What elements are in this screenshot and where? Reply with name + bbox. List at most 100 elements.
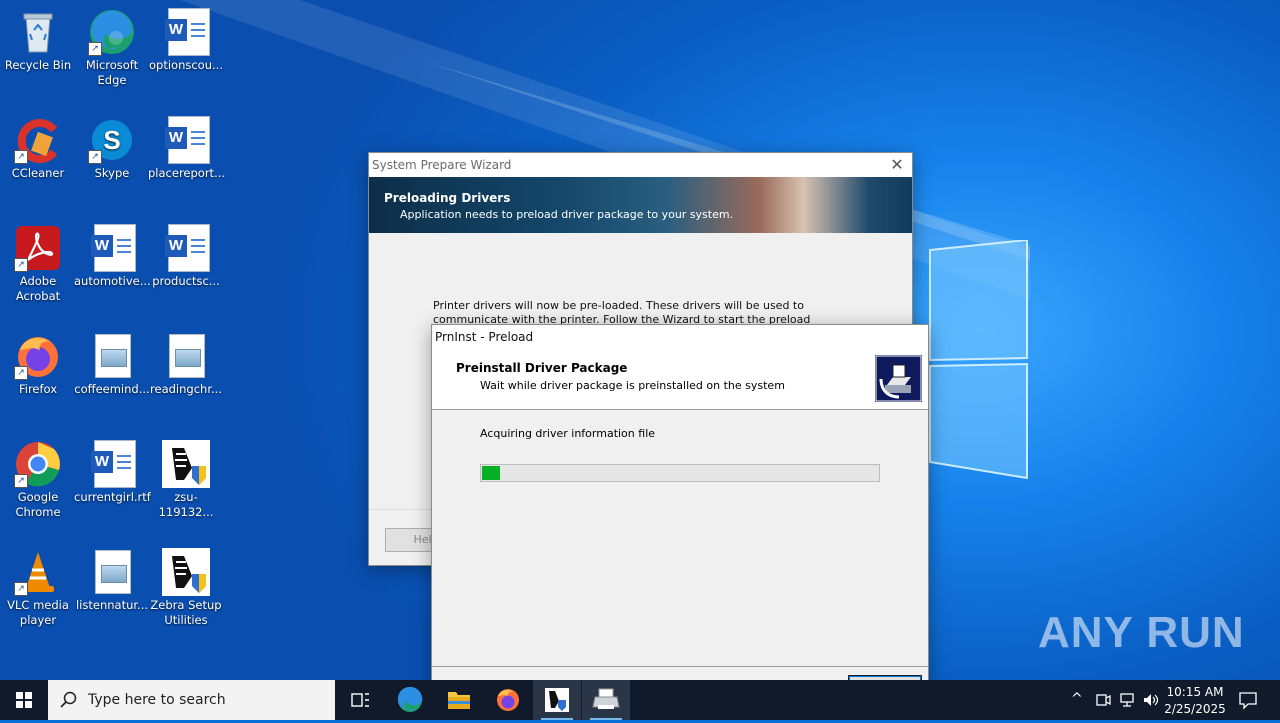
desktop-icon-coffeemind[interactable]: coffeemind... [74,332,150,397]
desktop-icon-edge[interactable]: ↗ Microsoft Edge [74,8,150,88]
search-icon [60,691,77,708]
preload-titlebar[interactable]: PrnInst - Preload [432,325,928,349]
vlc-icon: ↗ [14,548,62,596]
taskbar: Type here to search ^ 10:15 AM 2/25/2025 [0,680,1280,720]
desktop-icon-productsc[interactable]: W productsc... [148,224,224,289]
notifications-icon[interactable] [1238,690,1258,710]
wizard-banner: Preloading Drivers Application needs to … [369,177,912,233]
word-doc-icon: W [162,116,210,164]
wizard-titlebar[interactable]: System Prepare Wizard ✕ [369,153,912,177]
word-doc-icon: W [88,224,136,272]
shortcut-arrow-icon: ↗ [88,42,102,56]
show-hidden-icons-chevron-icon[interactable]: ^ [1071,691,1083,707]
desktop-icon-vlc[interactable]: ↗ VLC media player [0,548,76,628]
desktop-icon-ccleaner[interactable]: ↗ CCleaner [0,116,76,181]
desktop-icon-firefox[interactable]: ↗ Firefox [0,332,76,397]
firefox-icon [497,689,519,711]
taskbar-edge-button[interactable] [386,680,434,720]
desktop-icon-label: listennatur... [75,598,149,612]
firefox-icon: ↗ [14,332,62,380]
svg-text:S: S [103,125,120,155]
zebra-installer-icon [545,688,569,712]
task-view-button[interactable] [336,680,384,720]
desktop-icon-label: Zebra Setup Utilities [150,598,222,627]
ccleaner-icon: ↗ [14,116,62,164]
zebra-installer-icon [162,440,210,488]
acrobat-icon: ↗ [14,224,62,272]
preload-title: PrnInst - Preload [435,330,534,344]
skype-icon: S ↗ [88,116,136,164]
clock-date: 2/25/2025 [1164,702,1226,716]
folder-icon [448,692,470,709]
image-file-icon [88,548,136,596]
shortcut-arrow-icon: ↗ [14,150,28,164]
desktop-icon-label: Firefox [18,382,58,396]
desktop-icon-zsu[interactable]: zsu-119132... [148,440,224,520]
word-doc-icon: W [162,224,210,272]
desktop-icon-label: Google Chrome [15,490,61,519]
word-doc-icon: W [88,440,136,488]
zebra-installer-icon [162,548,210,596]
desktop-icon-label: optionscou... [149,58,223,72]
start-button[interactable] [0,680,48,720]
meet-now-icon[interactable] [1095,692,1111,708]
edge-icon [397,686,423,712]
wizard-body-text: Printer drivers will now be pre-loaded. … [433,299,811,326]
prninst-preload-window: PrnInst - Preload Preinstall Driver Pack… [431,324,929,698]
taskbar-firefox-button[interactable] [484,680,532,720]
desktop-icon-label: Microsoft Edge [85,58,139,87]
recycle-bin-icon [14,8,62,56]
preload-header: Preinstall Driver Package Wait while dri… [432,349,928,410]
desktop-icon-label: currentgirl.rtf [74,490,151,504]
wizard-banner-title: Preloading Drivers [384,191,511,205]
preload-heading: Preinstall Driver Package [456,361,628,375]
printer-install-icon [875,355,922,402]
progress-fill [482,466,500,480]
image-file-icon [162,332,210,380]
taskbar-printer-installer-button[interactable] [582,680,630,720]
desktop-icon-label: coffeemind... [74,382,150,396]
desktop-icon-google-chrome[interactable]: ↗ Google Chrome [0,440,76,520]
desktop-icon-readingchr[interactable]: readingchr... [148,332,224,397]
taskbar-zebra-installer-button[interactable] [533,680,581,720]
watermark-text: ANY RUN [1038,608,1245,657]
desktop-icon-label: placereport... [148,166,226,180]
desktop-icon-label: CCleaner [11,166,65,180]
desktop-icon-label: VLC media player [7,598,69,627]
image-file-icon [88,332,136,380]
close-icon: ✕ [890,155,904,174]
desktop-icon-automotive[interactable]: W automotive... [74,224,151,289]
desktop-icon-skype[interactable]: S ↗ Skype [74,116,150,181]
desktop-icon-label: automotive... [74,274,151,288]
printer-icon [592,688,620,709]
search-placeholder: Type here to search [88,692,226,708]
anyrun-watermark: ANY RUN [1038,608,1245,658]
taskbar-search-box[interactable]: Type here to search [48,680,335,720]
clock[interactable]: 10:15 AM 2/25/2025 [1163,684,1227,718]
desktop-icon-label: Adobe Acrobat [15,274,61,303]
clock-time: 10:15 AM [1166,685,1224,699]
taskbar-file-explorer-button[interactable] [435,680,483,720]
shortcut-arrow-icon: ↗ [14,582,28,596]
desktop-icon-placereport[interactable]: W placereport... [148,116,226,181]
desktop-icon-adobe-acrobat[interactable]: ↗ Adobe Acrobat [0,224,76,304]
shortcut-arrow-icon: ↗ [88,150,102,164]
preload-progress-bar [480,464,880,482]
edge-icon: ↗ [88,8,136,56]
chrome-icon: ↗ [14,440,62,488]
preload-status-text: Acquiring driver information file [480,427,656,440]
desktop-icon-recycle-bin[interactable]: Recycle Bin [0,8,76,73]
desktop-icon-currentgirl[interactable]: W currentgirl.rtf [74,440,151,505]
desktop-icon-label: Skype [94,166,130,180]
desktop-icon-label: zsu-119132... [158,490,214,519]
volume-icon[interactable] [1142,692,1160,708]
word-doc-icon: W [162,8,210,56]
wizard-banner-subtitle: Application needs to preload driver pack… [400,208,734,221]
network-icon[interactable] [1118,692,1136,708]
wizard-close-button[interactable]: ✕ [882,153,912,177]
desktop-icon-label: productsc... [152,274,220,288]
desktop-icon-listennatur[interactable]: listennatur... [74,548,150,613]
desktop-icon-zebra-setup-utilities[interactable]: Zebra Setup Utilities [148,548,224,628]
desktop-icon-optionscou[interactable]: W optionscou... [148,8,224,73]
preload-subheading: Wait while driver package is preinstalle… [480,379,785,392]
